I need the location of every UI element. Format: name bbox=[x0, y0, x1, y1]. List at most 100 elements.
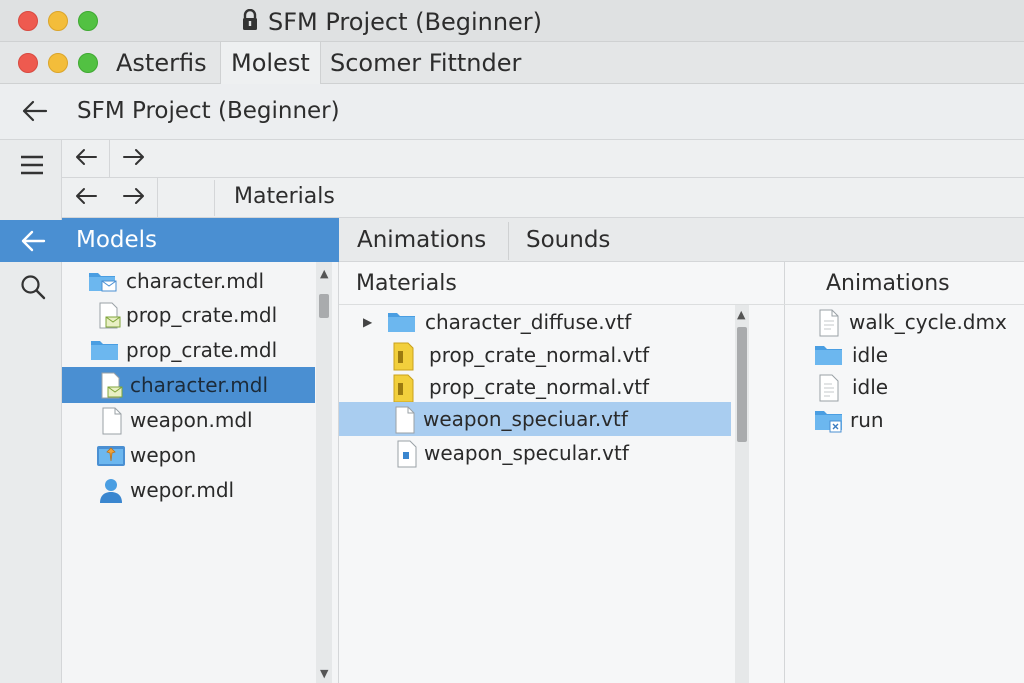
window-title-group: SFM Project (Beginner) bbox=[240, 8, 542, 36]
list-item[interactable]: weapon_specular.vtf bbox=[395, 436, 735, 470]
file-mail-icon bbox=[96, 302, 122, 329]
file-icon bbox=[100, 407, 126, 435]
close-window-button[interactable] bbox=[18, 11, 38, 31]
arrow-right-icon bbox=[122, 147, 146, 171]
list-item[interactable]: wepor.mdl bbox=[98, 473, 308, 507]
materials-scrollbar[interactable]: ▲ bbox=[735, 305, 749, 683]
list-item-label: character.mdl bbox=[130, 373, 269, 397]
materials-scroll-thumb[interactable] bbox=[737, 327, 747, 442]
materials-pane: Materials ▶ character_diffuse.vtf prop_c… bbox=[339, 262, 785, 683]
search-icon[interactable] bbox=[20, 274, 46, 304]
back-arrow-icon[interactable] bbox=[20, 98, 48, 128]
tab-minimize-button[interactable] bbox=[48, 53, 68, 73]
models-header[interactable]: Models bbox=[62, 218, 339, 262]
materials-header: Materials bbox=[356, 271, 457, 296]
models-pane: character.mdl prop_crate.mdl prop_crate.… bbox=[62, 262, 339, 683]
folder-mail-icon bbox=[88, 268, 117, 294]
list-item-label: walk_cycle.dmx bbox=[849, 310, 1007, 334]
list-item-selected[interactable]: weapon_speciuar.vtf bbox=[339, 402, 731, 436]
text-file-icon bbox=[817, 374, 843, 402]
window-title: SFM Project (Beginner) bbox=[268, 8, 543, 36]
animations-header: Animations bbox=[826, 271, 950, 296]
list-item-label: prop_crate.mdl bbox=[126, 338, 278, 362]
scroll-down-icon[interactable]: ▼ bbox=[320, 668, 328, 679]
list-item-label: idle bbox=[852, 375, 889, 399]
arrow-left-icon bbox=[74, 186, 98, 210]
file-icon bbox=[817, 309, 843, 337]
path-back-button[interactable] bbox=[62, 178, 110, 217]
path-forward-button[interactable] bbox=[110, 178, 158, 217]
list-item[interactable]: ▶ character_diffuse.vtf bbox=[363, 305, 733, 339]
list-item[interactable]: idle bbox=[814, 338, 1014, 372]
list-item-label: prop_crate_normal.vtf bbox=[429, 375, 650, 399]
nav-back-button[interactable] bbox=[62, 140, 110, 177]
path-label: Materials bbox=[234, 184, 335, 209]
list-item[interactable]: run bbox=[814, 403, 1014, 437]
file-icon bbox=[393, 406, 419, 434]
scroll-up-icon[interactable]: ▲ bbox=[737, 309, 745, 320]
folder-icon bbox=[814, 342, 842, 368]
list-item-label: character_diffuse.vtf bbox=[425, 310, 632, 334]
list-item-label: idle bbox=[852, 343, 889, 367]
rail-back-button[interactable] bbox=[0, 220, 62, 262]
folder-icon bbox=[387, 309, 415, 335]
menu-icon[interactable] bbox=[20, 154, 44, 180]
list-item[interactable]: walk_cycle.dmx bbox=[817, 305, 1017, 339]
list-item-label: character.mdl bbox=[126, 269, 265, 293]
list-item-label: prop_crate_normal.vtf bbox=[429, 343, 650, 367]
list-item[interactable]: prop_crate_normal.vtf bbox=[391, 338, 731, 372]
list-item-label: run bbox=[850, 408, 884, 432]
scroll-up-icon[interactable]: ▲ bbox=[320, 268, 328, 279]
list-item-label: prop_crate.mdl bbox=[126, 303, 278, 327]
animations-pane: Animations walk_cycle.dmx idle idle run bbox=[785, 262, 1024, 683]
list-item[interactable]: prop_crate.mdl bbox=[90, 333, 310, 367]
list-item[interactable]: weapon.mdl bbox=[100, 403, 310, 437]
lock-icon bbox=[240, 8, 260, 35]
image-file-icon bbox=[395, 440, 421, 468]
back-arrow-icon bbox=[20, 228, 46, 258]
arrow-left-icon bbox=[74, 147, 98, 171]
list-item-label: weapon_specular.vtf bbox=[424, 441, 629, 465]
yellow-file-icon bbox=[391, 374, 417, 403]
pin-folder-icon bbox=[96, 442, 125, 468]
user-icon bbox=[98, 477, 124, 503]
arrow-right-icon bbox=[122, 186, 146, 210]
list-item[interactable]: wepon bbox=[96, 438, 306, 472]
address-title: SFM Project (Beginner) bbox=[77, 98, 340, 124]
tab-close-button[interactable] bbox=[18, 53, 38, 73]
list-item-label: wepor.mdl bbox=[130, 478, 235, 502]
list-item[interactable]: character.mdl bbox=[88, 264, 308, 298]
zoom-window-button[interactable] bbox=[78, 11, 98, 31]
path-divider bbox=[214, 180, 215, 216]
list-item[interactable]: prop_crate.mdl bbox=[96, 298, 306, 332]
tab-molest[interactable]: Molest bbox=[220, 42, 321, 84]
address-row: SFM Project (Beginner) bbox=[0, 84, 1024, 140]
list-item-label: weapon_speciuar.vtf bbox=[423, 407, 628, 431]
list-item-label: wepon bbox=[130, 443, 197, 467]
right-tab-header: Animations Sounds bbox=[339, 218, 1024, 262]
nav-toolbar-secondary bbox=[62, 178, 1024, 218]
nav-forward-button[interactable] bbox=[110, 140, 158, 177]
minimize-window-button[interactable] bbox=[48, 11, 68, 31]
list-item[interactable]: prop_crate_normal.vtf bbox=[391, 370, 731, 404]
tab-animations[interactable]: Animations bbox=[357, 227, 486, 253]
tab-scomer-fittnder[interactable]: Scomer Fittnder bbox=[320, 42, 540, 84]
tab-sounds[interactable]: Sounds bbox=[526, 227, 610, 253]
title-bar: SFM Project (Beginner) bbox=[0, 0, 1024, 42]
models-scroll-thumb[interactable] bbox=[319, 294, 329, 318]
tab-divider bbox=[508, 222, 509, 260]
models-header-label: Models bbox=[76, 227, 158, 253]
tab-zoom-button[interactable] bbox=[78, 53, 98, 73]
folder-icon bbox=[90, 337, 118, 363]
list-item-selected[interactable]: character.mdl bbox=[62, 367, 315, 403]
tab-bar: Asterfis Molest Scomer Fittnder bbox=[0, 42, 1024, 84]
folder-x-icon bbox=[814, 407, 842, 433]
yellow-file-icon bbox=[391, 342, 417, 371]
models-scrollbar[interactable]: ▲ ▼ bbox=[316, 262, 332, 683]
tab-asterfis[interactable]: Asterfis bbox=[106, 42, 220, 84]
list-item-label: weapon.mdl bbox=[130, 408, 253, 432]
file-mail-icon bbox=[98, 372, 124, 399]
list-item[interactable]: idle bbox=[817, 370, 1017, 404]
disclosure-triangle-icon[interactable]: ▶ bbox=[363, 315, 387, 329]
nav-toolbar-primary bbox=[62, 140, 1024, 178]
